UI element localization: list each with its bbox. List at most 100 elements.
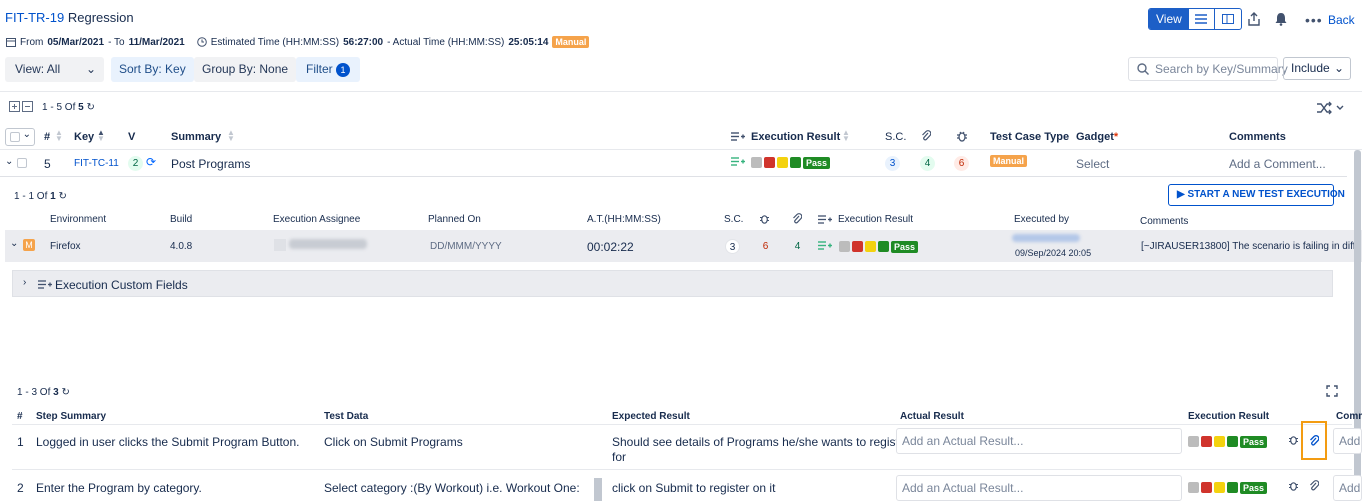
status-fail[interactable] bbox=[1201, 436, 1212, 448]
sync-icon[interactable]: ⟳ bbox=[146, 155, 156, 169]
attachment-count[interactable]: 4 bbox=[920, 156, 935, 171]
actual-time[interactable]: 00:02:22 bbox=[587, 240, 634, 254]
status-unexecuted[interactable] bbox=[1188, 436, 1199, 448]
col-key[interactable]: Key bbox=[74, 131, 94, 143]
search-icon bbox=[1137, 63, 1149, 75]
cell-scrollbar[interactable] bbox=[594, 478, 602, 501]
execution-build[interactable]: 4.0.8 bbox=[170, 241, 192, 252]
status-wip[interactable] bbox=[1214, 436, 1225, 448]
execution-comment[interactable]: [~JIRAUSER13800] The scenario is failing… bbox=[1141, 241, 1362, 252]
sc-count[interactable]: 3 bbox=[725, 239, 740, 254]
search-input[interactable]: Search by Key/Summary bbox=[1128, 57, 1288, 81]
planned-on-field[interactable]: DD/MMM/YYYY bbox=[430, 241, 502, 252]
status-pass[interactable] bbox=[1227, 436, 1238, 448]
row-checkbox[interactable] bbox=[17, 158, 27, 168]
status-pass[interactable] bbox=[790, 157, 801, 169]
status-pass[interactable] bbox=[878, 241, 889, 253]
list-view-icon[interactable] bbox=[1189, 9, 1215, 29]
sort-icon[interactable]: ▲ ▼ bbox=[227, 129, 235, 143]
group-by-button[interactable]: Group By: None bbox=[194, 57, 297, 82]
play-icon: ▶ bbox=[1177, 189, 1185, 200]
status-wip[interactable] bbox=[777, 157, 788, 169]
sort-by-button[interactable]: Sort By: Key bbox=[111, 57, 194, 82]
refresh-icon[interactable]: ↻ bbox=[58, 191, 66, 202]
sort-icon[interactable]: ▲ ▼ bbox=[55, 129, 63, 143]
execution-environment[interactable]: Firefox bbox=[50, 241, 81, 252]
select-all-checkbox[interactable]: ⌄ bbox=[5, 128, 35, 146]
result-pass-label: Pass bbox=[1240, 435, 1268, 448]
row-collapse-chevron[interactable]: ⌄ bbox=[5, 156, 13, 167]
refresh-icon[interactable]: ↻ bbox=[86, 102, 94, 113]
paperclip-icon[interactable] bbox=[1309, 435, 1319, 447]
assignee-name-blurred[interactable] bbox=[289, 239, 367, 249]
add-result-icon[interactable] bbox=[818, 240, 832, 251]
add-comment-field[interactable]: Add a Comment... bbox=[1229, 157, 1326, 171]
status-unexecuted[interactable] bbox=[751, 157, 762, 169]
split-view-icon[interactable] bbox=[1215, 9, 1241, 29]
view-toggle: View bbox=[1148, 8, 1242, 30]
add-result-icon[interactable] bbox=[731, 156, 745, 167]
gadget-select[interactable]: Select bbox=[1076, 157, 1109, 171]
col-summary[interactable]: Summary bbox=[171, 131, 221, 143]
col-num[interactable]: # bbox=[44, 131, 50, 143]
view-all-dropdown[interactable]: View: All ⌄ bbox=[5, 57, 104, 82]
bulk-result-icon bbox=[818, 214, 832, 225]
test-run-key[interactable]: FIT-TR-19 bbox=[5, 10, 64, 25]
shuffle-icon[interactable] bbox=[1316, 101, 1346, 115]
back-link[interactable]: Back bbox=[1328, 13, 1355, 27]
calendar-icon bbox=[6, 37, 16, 47]
paperclip-icon bbox=[921, 130, 931, 142]
result-status-picker[interactable]: Pass bbox=[839, 239, 919, 253]
bug-icon[interactable] bbox=[1288, 434, 1299, 445]
col-execution-result[interactable]: Execution Result bbox=[751, 131, 840, 143]
defect-count[interactable]: 6 bbox=[758, 239, 773, 254]
refresh-icon[interactable]: ↻ bbox=[61, 387, 69, 398]
status-fail[interactable] bbox=[852, 241, 863, 253]
status-unexecuted[interactable] bbox=[839, 241, 850, 253]
status-fail[interactable] bbox=[764, 157, 775, 169]
step-comment-input[interactable]: Add bbox=[1333, 475, 1362, 501]
defect-count[interactable]: 6 bbox=[954, 156, 969, 171]
view-button[interactable]: View bbox=[1149, 9, 1189, 29]
paperclip-icon[interactable] bbox=[1309, 480, 1319, 492]
more-icon[interactable]: ••• bbox=[1305, 12, 1323, 28]
custom-fields-panel[interactable]: › Execution Custom Fields bbox=[12, 270, 1333, 297]
include-dropdown[interactable]: Include ⌄ bbox=[1283, 57, 1351, 80]
attachment-highlight[interactable] bbox=[1301, 421, 1327, 460]
start-execution-button[interactable]: ▶ START A NEW TEST EXECUTION bbox=[1168, 184, 1345, 206]
test-run-title: Regression bbox=[67, 10, 134, 25]
status-pass[interactable] bbox=[1227, 482, 1238, 494]
actual-result-input[interactable]: Add an Actual Result... bbox=[896, 428, 1182, 454]
expand-icon[interactable] bbox=[1326, 385, 1338, 397]
status-unexecuted[interactable] bbox=[1188, 482, 1199, 494]
attachment-count[interactable]: 4 bbox=[790, 239, 805, 254]
test-case-key-link[interactable]: FIT-TC-11 bbox=[74, 158, 119, 169]
chevron-down-icon: ⌄ bbox=[85, 62, 96, 76]
actual-result-input[interactable]: Add an Actual Result... bbox=[896, 475, 1182, 501]
version-badge: 2 bbox=[128, 156, 143, 171]
pagination: 1 - 5 Of 5 ↻ bbox=[42, 102, 95, 113]
manual-marker: M bbox=[23, 239, 35, 251]
bell-icon[interactable] bbox=[1275, 12, 1287, 26]
bulk-result-icon[interactable] bbox=[731, 131, 745, 142]
status-wip[interactable] bbox=[1214, 482, 1225, 494]
expand-all-icon[interactable] bbox=[9, 101, 33, 112]
result-status-picker[interactable]: Pass bbox=[1188, 480, 1268, 494]
result-status-picker[interactable]: Pass bbox=[751, 155, 831, 169]
step-comment-input[interactable]: Add bbox=[1333, 428, 1362, 454]
clock-icon bbox=[196, 37, 207, 47]
col-version: V bbox=[128, 131, 136, 143]
sort-icon[interactable]: ▲ ▼ bbox=[842, 129, 850, 143]
sc-count[interactable]: 3 bbox=[885, 156, 900, 171]
chevron-down-icon: ⌄ bbox=[1333, 61, 1344, 75]
result-status-picker[interactable]: Pass bbox=[1188, 434, 1268, 448]
bug-icon[interactable] bbox=[1288, 480, 1299, 491]
status-wip[interactable] bbox=[865, 241, 876, 253]
status-fail[interactable] bbox=[1201, 482, 1212, 494]
row-num: 5 bbox=[44, 157, 51, 171]
test-case-summary: Post Programs bbox=[171, 157, 251, 171]
sort-icon[interactable]: ▲ ▼ bbox=[97, 129, 105, 143]
row-collapse-chevron[interactable]: ⌄ bbox=[10, 238, 18, 249]
share-icon[interactable] bbox=[1248, 12, 1260, 26]
filter-button[interactable]: Filter 1 bbox=[296, 57, 361, 82]
